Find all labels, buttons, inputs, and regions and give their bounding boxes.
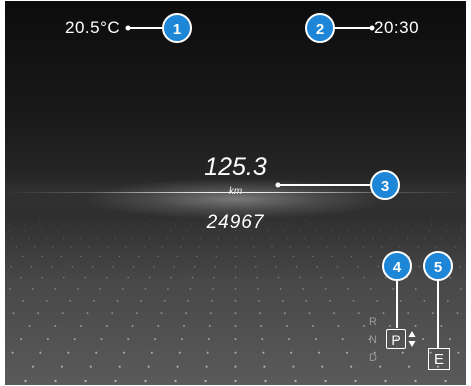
total-distance: 24967 xyxy=(206,212,265,233)
selected-gear-indicator: P xyxy=(386,329,406,349)
cluster-display: 20.5°C 20:30 125.3 km 24967 R N D P E xyxy=(5,1,466,385)
trip-distance: 125.3 xyxy=(204,153,267,181)
gear-n: N xyxy=(369,334,377,346)
outside-temperature: 20.5°C xyxy=(65,18,121,37)
gear-d: D xyxy=(369,352,377,364)
clock: 20:30 xyxy=(374,18,420,37)
instrument-cluster-figure: 20.5°C 20:30 125.3 km 24967 R N D P E 1 … xyxy=(0,0,471,386)
distance-unit: km xyxy=(228,186,243,197)
road-dot-grid xyxy=(8,219,463,383)
gear-r: R xyxy=(369,316,377,328)
drive-program-indicator: E xyxy=(428,348,450,370)
gear-up-down-arrows-icon xyxy=(408,331,416,347)
